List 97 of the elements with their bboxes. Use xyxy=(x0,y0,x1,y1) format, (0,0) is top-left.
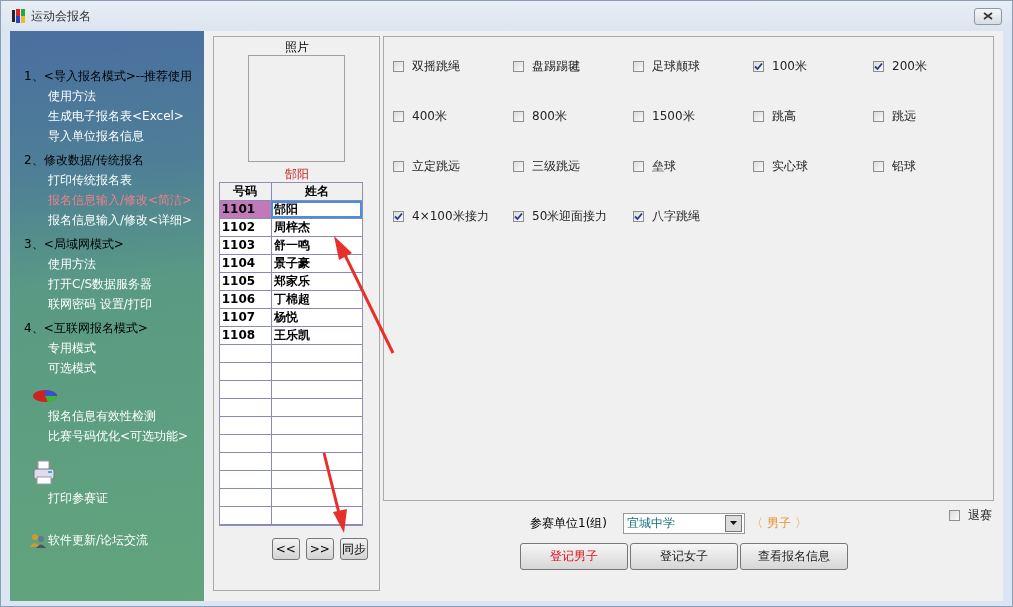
close-icon xyxy=(983,12,993,20)
action-button[interactable]: 查看报名信息 xyxy=(740,543,848,570)
section-title: 1、<导入报名模式>--推荐使用 xyxy=(24,68,194,85)
table-row[interactable]: 1106 丁棉超 xyxy=(219,291,362,309)
app-icon xyxy=(11,8,27,24)
checkbox[interactable] xyxy=(753,160,764,172)
table-cell: 郑家乐 xyxy=(270,273,362,290)
nav-button[interactable]: 同步 xyxy=(339,538,368,560)
table-row[interactable]: 1101 郜阳 xyxy=(219,201,362,219)
checkbox[interactable] xyxy=(873,160,884,172)
event-label: 跳远 xyxy=(892,107,916,125)
gender-label: 〈 男子 〉 xyxy=(751,514,807,532)
event-label: 铅球 xyxy=(892,157,916,175)
printer-icon xyxy=(32,460,56,486)
event-label: 4×100米接力 xyxy=(412,207,489,225)
event-label: 盘踢踢毽 xyxy=(532,57,580,75)
checkbox[interactable] xyxy=(393,110,404,122)
sidebar-link[interactable]: 打印参赛证 xyxy=(48,488,108,508)
table-cell: 丁棉超 xyxy=(270,291,362,308)
event-label: 跳高 xyxy=(772,107,796,125)
checkbox[interactable] xyxy=(753,60,764,72)
table-cell-text: 1102 xyxy=(220,219,257,236)
action-button[interactable]: 登记女子 xyxy=(630,543,738,570)
checkbox[interactable] xyxy=(873,60,884,72)
nav-button[interactable]: >> xyxy=(305,538,334,560)
sidebar-link[interactable]: 可选模式 xyxy=(48,358,96,378)
checkbox[interactable] xyxy=(393,210,404,222)
checkbox[interactable] xyxy=(633,210,644,222)
checkbox[interactable] xyxy=(513,160,524,172)
table-cell-text: 1105 xyxy=(220,273,257,290)
table-cell-text: 1104 xyxy=(220,255,257,272)
checkbox[interactable] xyxy=(949,509,960,521)
table-cell: 郜阳 xyxy=(270,201,362,218)
unit-dropdown[interactable]: 宜城中学 xyxy=(623,512,745,534)
checkbox[interactable] xyxy=(633,60,644,72)
table-row[interactable]: 1107 杨悦 xyxy=(219,309,362,327)
table-row[interactable]: 1102 周梓杰 xyxy=(219,219,362,237)
action-button[interactable]: 登记男子 xyxy=(520,543,628,570)
event-label: 100米 xyxy=(772,57,807,75)
event-label: 垒球 xyxy=(652,157,676,175)
sidebar-link[interactable]: 报名信息有效性检测 xyxy=(48,406,156,426)
section-title: 3、<局域网模式> xyxy=(24,236,125,253)
pie-chart-icon xyxy=(32,388,58,404)
close-button[interactable] xyxy=(974,7,1002,25)
caret-icon xyxy=(730,521,737,525)
checkbox[interactable] xyxy=(633,160,644,172)
event-label: 八字跳绳 xyxy=(652,207,700,225)
table-row[interactable]: 1105 郑家乐 xyxy=(219,273,362,291)
nav-button[interactable]: << xyxy=(271,538,300,560)
event-label: 200米 xyxy=(892,57,927,75)
event-label: 三级跳远 xyxy=(532,157,580,175)
event-label: 400米 xyxy=(412,107,447,125)
withdraw-label: 退赛 xyxy=(968,506,992,524)
event-label: 50米迎面接力 xyxy=(532,207,608,225)
checkbox[interactable] xyxy=(873,110,884,122)
section-title: 4、<互联网报名模式> xyxy=(24,320,149,337)
table-cell: 杨悦 xyxy=(270,309,362,326)
photo-label: 照片 xyxy=(284,40,309,54)
table-cell-text: 1106 xyxy=(220,291,257,308)
checkbox[interactable] xyxy=(633,110,644,122)
checkbox[interactable] xyxy=(513,210,524,222)
people-icon xyxy=(30,532,46,548)
sidebar-link[interactable]: 导入单位报名信息 xyxy=(48,126,144,146)
table-cell-text: 1107 xyxy=(220,309,257,326)
table-cell-text: 1103 xyxy=(220,237,257,254)
event-label: 1500米 xyxy=(652,107,695,125)
table-cell: 周梓杰 xyxy=(270,219,362,236)
sidebar-link[interactable]: 联网密码 设置/打印 xyxy=(48,294,152,314)
student-name: 郜阳 xyxy=(284,166,309,182)
sidebar-link[interactable]: 生成电子报名表<Excel> xyxy=(48,106,184,126)
event-label: 实心球 xyxy=(772,157,808,175)
checkbox[interactable] xyxy=(753,110,764,122)
sidebar-link[interactable]: 比赛号码优化<可选功能> xyxy=(48,426,189,446)
table-row[interactable]: 1108 王乐凯 xyxy=(219,327,362,345)
checkbox[interactable] xyxy=(393,60,404,72)
column-header: 号码 xyxy=(232,183,259,200)
event-label: 双摇跳绳 xyxy=(412,57,460,75)
sidebar-link[interactable]: 打印传统报名表 xyxy=(48,170,132,190)
table-cell-text: 1108 xyxy=(220,327,257,344)
event-label: 足球颠球 xyxy=(652,57,700,75)
section-title: 2、修改数据/传统报名 xyxy=(24,152,145,169)
checkbox[interactable] xyxy=(513,60,524,72)
event-label: 立定跳远 xyxy=(412,157,460,175)
sidebar-link[interactable]: 打开C/S数据服务器 xyxy=(48,274,153,294)
sidebar-link[interactable]: 专用模式 xyxy=(48,338,96,358)
sidebar-link[interactable]: 报名信息输入/修改<详细> xyxy=(48,210,193,230)
column-header: 姓名 xyxy=(270,183,362,200)
event-label: 800米 xyxy=(532,107,567,125)
checkbox[interactable] xyxy=(393,160,404,172)
table-cell: 1101 xyxy=(219,201,271,218)
window-title: 运动会报名 xyxy=(31,7,91,25)
sidebar-link[interactable]: 使用方法 xyxy=(48,86,96,106)
sidebar-link[interactable]: 软件更新/论坛交流 xyxy=(48,530,149,550)
unit-label: 参赛单位1(组) xyxy=(530,514,607,532)
table-cell: 王乐凯 xyxy=(270,327,362,344)
sidebar-link[interactable]: 使用方法 xyxy=(48,254,96,274)
checkbox[interactable] xyxy=(513,110,524,122)
